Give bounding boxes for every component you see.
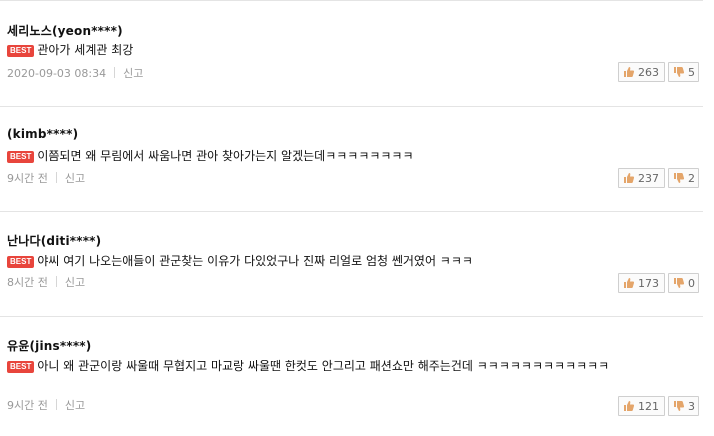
dislike-button[interactable]: 0 xyxy=(668,273,699,293)
dislike-count: 5 xyxy=(688,65,695,79)
report-link[interactable]: 신고 xyxy=(65,172,85,185)
comment-author[interactable]: 세리노스(yeon****) xyxy=(7,22,123,39)
comment-item: (kimb****) BEST 이쯤되면 왜 무림에서 싸움나면 관아 찾아가는지… xyxy=(0,107,703,212)
thumbs-up-icon xyxy=(624,67,635,77)
comment-time: 2020-09-03 08:34 xyxy=(7,67,107,80)
report-link[interactable]: 신고 xyxy=(65,276,85,289)
comment-body: BEST 관아가 세계관 최강 xyxy=(7,41,695,60)
comment-author[interactable]: 유윤(jins****) xyxy=(7,337,91,354)
comment-time: 9시간 전 xyxy=(7,399,48,412)
dislike-button[interactable]: 2 xyxy=(668,168,699,188)
dislike-count: 2 xyxy=(688,171,695,185)
thumbs-up-icon xyxy=(624,278,635,288)
like-count: 263 xyxy=(638,65,659,79)
meta-divider xyxy=(55,399,57,410)
dislike-count: 0 xyxy=(688,276,695,290)
thumbs-up-icon xyxy=(624,401,635,411)
comment-author[interactable]: (kimb****) xyxy=(7,127,78,141)
thumbs-down-icon xyxy=(674,173,685,183)
thumbs-down-icon xyxy=(674,278,685,288)
like-button[interactable]: 263 xyxy=(618,62,665,82)
dislike-button[interactable]: 5 xyxy=(668,62,699,82)
report-link[interactable]: 신고 xyxy=(65,399,85,412)
like-count: 173 xyxy=(638,276,659,290)
best-badge: BEST xyxy=(7,45,35,57)
best-badge: BEST xyxy=(7,256,35,268)
thumbs-down-icon xyxy=(674,67,685,77)
comment-time: 8시간 전 xyxy=(7,276,48,289)
comment-text: 아니 왜 관군이랑 싸울때 무협지고 마교랑 싸울땐 한컷도 안그리고 패션쇼만… xyxy=(37,359,610,373)
comment-text: 이쯤되면 왜 무림에서 싸움나면 관아 찾아가는지 알겠는데ㅋㅋㅋㅋㅋㅋㅋㅋ xyxy=(37,149,414,163)
vote-buttons: 173 0 xyxy=(618,273,699,293)
thumbs-up-icon xyxy=(624,173,635,183)
thumbs-down-icon xyxy=(674,401,685,411)
dislike-button[interactable]: 3 xyxy=(668,396,699,416)
dislike-count: 3 xyxy=(688,399,695,413)
report-link[interactable]: 신고 xyxy=(123,67,143,80)
comment-meta: 9시간 전 신고 xyxy=(7,397,85,413)
comment-body: BEST 아니 왜 관군이랑 싸울때 무협지고 마교랑 싸울땐 한컷도 안그리고 … xyxy=(7,357,695,376)
comment-text: 야씨 여기 나오는애들이 관군찾는 이유가 다있었구나 진짜 리얼로 엄청 쎈거… xyxy=(37,254,473,268)
comment-time: 9시간 전 xyxy=(7,172,48,185)
like-count: 121 xyxy=(638,399,659,413)
meta-divider xyxy=(55,172,57,183)
like-button[interactable]: 237 xyxy=(618,168,665,188)
comment-body: BEST 야씨 여기 나오는애들이 관군찾는 이유가 다있었구나 진짜 리얼로 엄… xyxy=(7,252,695,271)
best-badge: BEST xyxy=(7,361,35,373)
meta-divider xyxy=(55,276,57,287)
comment-body: BEST 이쯤되면 왜 무림에서 싸움나면 관아 찾아가는지 알겠는데ㅋㅋㅋㅋㅋㅋ… xyxy=(7,147,695,166)
meta-divider xyxy=(114,67,116,78)
like-button[interactable]: 121 xyxy=(618,396,665,416)
like-button[interactable]: 173 xyxy=(618,273,665,293)
comment-author[interactable]: 난나다(diti****) xyxy=(7,232,101,249)
vote-buttons: 237 2 xyxy=(618,168,699,188)
comment-meta: 8시간 전 신고 xyxy=(7,274,85,290)
like-count: 237 xyxy=(638,171,659,185)
best-badge: BEST xyxy=(7,151,35,163)
vote-buttons: 121 3 xyxy=(618,396,699,416)
comment-meta: 2020-09-03 08:34 신고 xyxy=(7,65,143,81)
comment-item: 세리노스(yeon****) BEST 관아가 세계관 최강 2020-09-03… xyxy=(0,0,703,107)
vote-buttons: 263 5 xyxy=(618,62,699,82)
comment-meta: 9시간 전 신고 xyxy=(7,170,85,186)
comment-text: 관아가 세계관 최강 xyxy=(37,43,134,57)
comment-item: 난나다(diti****) BEST 야씨 여기 나오는애들이 관군찾는 이유가 … xyxy=(0,212,703,317)
comment-item: 유윤(jins****) BEST 아니 왜 관군이랑 싸울때 무협지고 마교랑 … xyxy=(0,317,703,435)
